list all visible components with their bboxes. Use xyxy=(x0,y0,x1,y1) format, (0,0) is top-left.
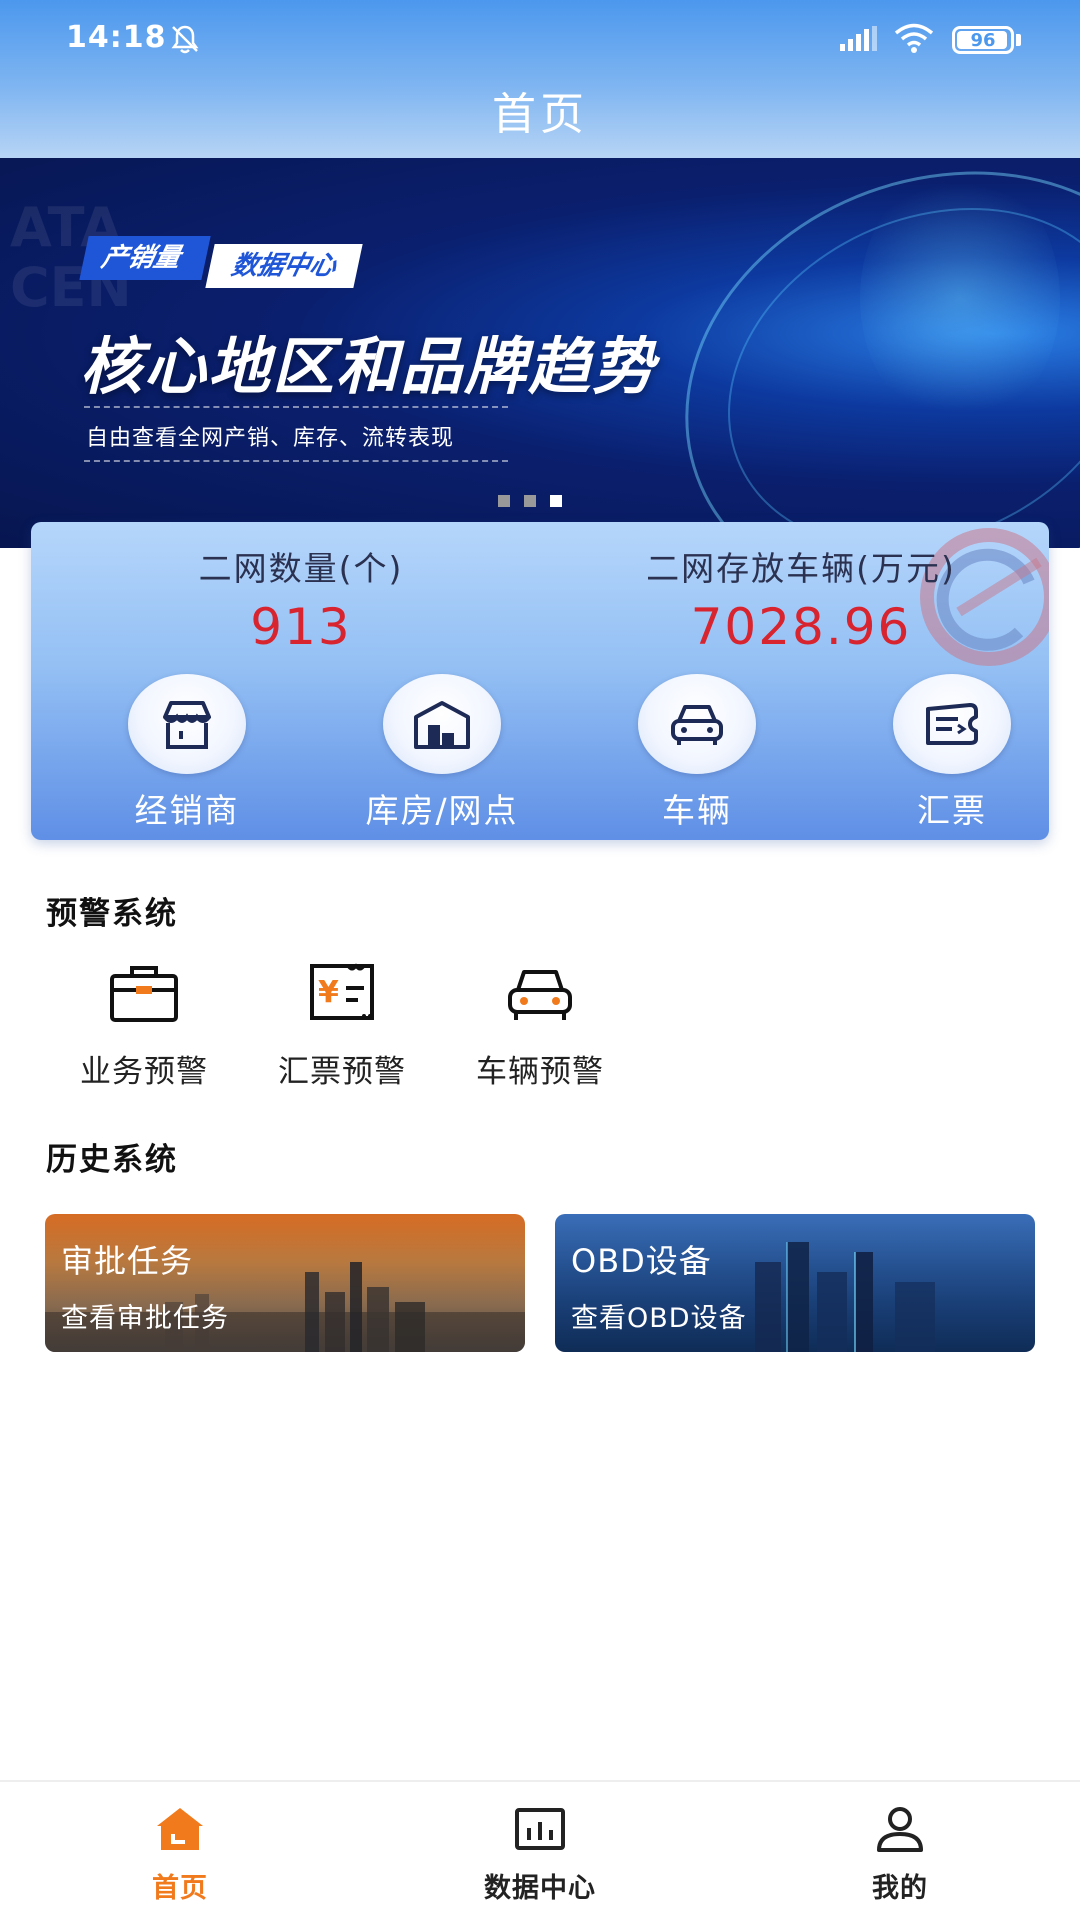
banner-watermark-text: ATA CEN xyxy=(10,196,132,319)
stat-label: 二网存放车辆(万元) xyxy=(646,549,956,588)
bill-icon: ¥ xyxy=(310,963,374,1020)
section-title-warning: 预警系统 xyxy=(46,896,178,932)
status-bar: 14:18 96 xyxy=(0,0,1080,80)
nav-item-home[interactable]: 首页 xyxy=(80,1804,280,1905)
banner-tag-datacenter: 数据中心 xyxy=(205,244,363,288)
warning-label: 汇票预警 xyxy=(278,1054,406,1090)
shortcut-icon-bg xyxy=(638,674,756,774)
history-card-approval[interactable]: 审批任务 查看审批任务 xyxy=(45,1214,525,1352)
wifi-icon xyxy=(894,23,934,53)
nav-item-profile[interactable]: 我的 xyxy=(800,1804,1000,1905)
shortcut-label: 车辆 xyxy=(662,791,732,830)
stat-dealer-network-count[interactable]: 二网数量(个) 913 xyxy=(141,542,461,656)
home-icon xyxy=(157,1808,203,1850)
warning-vehicle[interactable]: 车辆预警 xyxy=(450,960,630,1091)
stat-stored-vehicles[interactable]: 二网存放车辆(万元) 7028.96 xyxy=(611,542,991,656)
briefcase-icon xyxy=(110,966,178,1022)
banner-headline: 核心地区和品牌趋势 xyxy=(80,330,657,403)
shortcut-vehicle[interactable]: 车辆 xyxy=(597,674,797,832)
history-card-title: OBD设备 xyxy=(571,1242,712,1280)
shortcut-dealer[interactable]: 经销商 xyxy=(87,674,287,832)
battery-tip xyxy=(1016,34,1021,46)
shortcut-label: 库房/网点 xyxy=(365,791,519,830)
car-icon xyxy=(508,970,572,1020)
warning-business[interactable]: 业务预警 xyxy=(54,960,234,1091)
carousel-dot[interactable] xyxy=(498,495,510,507)
warning-label: 业务预警 xyxy=(80,1054,208,1090)
shortcut-icon-bg xyxy=(893,674,1011,774)
stat-value: 7028.96 xyxy=(690,598,912,656)
shortcut-bill[interactable]: 汇票 xyxy=(852,674,1049,832)
shortcut-icon-bg xyxy=(383,674,501,774)
bar-chart-icon xyxy=(515,1808,565,1850)
nav-item-datacenter[interactable]: 数据中心 xyxy=(440,1804,640,1905)
history-card-subtitle: 查看审批任务 xyxy=(61,1303,229,1334)
battery-indicator: 96 xyxy=(952,26,1014,54)
carousel-indicator[interactable] xyxy=(498,495,562,507)
banner-subline: 自由查看全网产销、库存、流转表现 xyxy=(86,426,455,451)
user-icon xyxy=(877,1807,923,1852)
store-icon xyxy=(163,701,211,749)
history-card-title: 审批任务 xyxy=(61,1242,194,1280)
stats-card: 二网数量(个) 913 二网存放车辆(万元) 7028.96 经销商 库房/网点 xyxy=(31,522,1049,840)
banner-divider-bottom xyxy=(84,460,508,462)
status-time: 14:18 xyxy=(66,20,167,55)
shortcut-warehouse[interactable]: 库房/网点 xyxy=(342,674,542,832)
nav-label: 我的 xyxy=(872,1873,928,1904)
carousel-dot[interactable] xyxy=(524,495,536,507)
banner-tag-sales: 产销量 xyxy=(79,236,211,280)
warning-label: 车辆预警 xyxy=(476,1054,604,1090)
history-card-obd[interactable]: OBD设备 查看OBD设备 xyxy=(555,1214,1035,1352)
bottom-nav: 首页 数据中心 我的 xyxy=(0,1780,1080,1920)
car-icon xyxy=(671,705,723,745)
top-bar: 14:18 96 首页 xyxy=(0,0,1080,158)
battery-level: 96 xyxy=(970,29,996,51)
shortcut-label: 汇票 xyxy=(917,791,987,830)
section-title-history: 历史系统 xyxy=(46,1142,178,1178)
carousel-dot-active[interactable] xyxy=(550,495,562,507)
history-card-subtitle: 查看OBD设备 xyxy=(571,1303,747,1334)
svg-text:¥: ¥ xyxy=(318,975,339,1010)
stat-label: 二网数量(个) xyxy=(198,549,404,588)
signal-icon xyxy=(840,26,877,51)
ticket-icon xyxy=(926,703,978,745)
bell-muted-icon xyxy=(171,25,199,54)
shortcut-icon-bg xyxy=(128,674,246,774)
promo-banner[interactable]: ATA CEN 产销量 数据中心 核心地区和品牌趋势 自由查看全网产销、库存、流… xyxy=(0,158,1080,548)
page-title: 首页 xyxy=(492,89,588,140)
banner-divider-top xyxy=(84,406,508,408)
nav-label: 首页 xyxy=(152,1873,208,1904)
stat-value: 913 xyxy=(250,598,352,656)
nav-label: 数据中心 xyxy=(484,1873,596,1904)
warning-bill[interactable]: ¥ 汇票预警 xyxy=(252,960,432,1091)
warehouse-icon xyxy=(414,701,470,749)
shortcut-label: 经销商 xyxy=(134,791,240,830)
